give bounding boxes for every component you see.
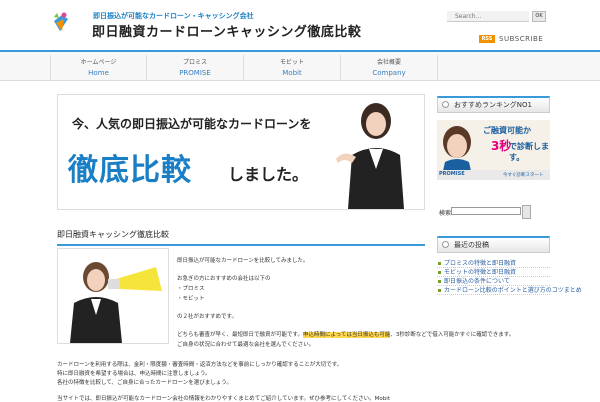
subscribe-link[interactable]: SUBSCRIBE: [499, 35, 543, 43]
nav-item-jp: 会社概要: [376, 59, 401, 66]
nav-item-home[interactable]: ホームページ Home: [50, 55, 147, 81]
nav-item-en: Company: [372, 69, 406, 77]
article-text: 即日振込が可能なカードローンを比較してみました。: [177, 258, 309, 264]
sidebar-heading-label: 最近の投稿: [454, 241, 489, 249]
bullet-icon: [442, 101, 449, 108]
bullet-icon: [442, 241, 449, 248]
article-body-text: 当サイトでは、即日振込が可能なカードローン会社の情報をわかりやすくまとめてご紹介…: [57, 396, 390, 402]
promise-ad-banner[interactable]: ご融資可能か 3秒 で診断します。 PROMISE 今すぐ診断スタート: [437, 120, 550, 180]
nav-item-jp: モビット: [279, 59, 304, 66]
ad-cta[interactable]: 今すぐ診断スタート: [503, 172, 544, 178]
highlighted-text: 申込時間によっては当日振込も可能: [302, 332, 391, 338]
sidebar-link[interactable]: 即日振込の条件について: [438, 276, 510, 285]
nav-item-jp: プロミス: [182, 59, 207, 66]
sidebar-link[interactable]: モビットの特徴と即日融資: [438, 267, 516, 276]
sidebar-ranking-heading: おすすめランキングNO1: [437, 96, 550, 113]
article-body-text: 特に即日融資を希望する場合は、申込時間に注意しましょう。: [57, 371, 211, 377]
article-person-image: [57, 248, 169, 344]
sidebar-link[interactable]: プロミスの特徴と即日融資: [438, 258, 516, 267]
logo-icon[interactable]: [52, 11, 70, 33]
banner-person-image: [336, 103, 404, 209]
sidebar-link[interactable]: カードローン比較のポイントと選び方のコツまとめ: [438, 285, 582, 294]
article-text: お急ぎの方におすすめの会社は以下の: [177, 276, 271, 282]
search-button[interactable]: OK: [532, 11, 546, 22]
article-text: どちらも審査が早く、最短即日で融資が可能です。申込時間によっては当日振込も可能、…: [177, 330, 514, 338]
nav-item-promise[interactable]: プロミス PROMISE: [147, 55, 244, 81]
main-nav: ホームページ Home プロミス PROMISE モビット Mobit 会社概要…: [0, 50, 600, 81]
nav-item-mobit[interactable]: モビット Mobit: [244, 55, 341, 81]
sidebar-links-heading: 最近の投稿: [437, 236, 550, 253]
site-tagline: 即日振込が可能なカードローン・キャッシング会社: [93, 12, 254, 20]
banner-big-text-suffix: しました。: [228, 165, 309, 184]
article-text-pre: どちらも審査が早く、最短即日で融資が可能です。: [177, 332, 303, 338]
site-title[interactable]: 即日融資カードローンキャッシング徹底比較: [92, 21, 361, 40]
rss-icon[interactable]: RSS: [479, 35, 495, 43]
sidebar-search-button[interactable]: [522, 205, 531, 219]
nav-item-en: Home: [88, 69, 109, 77]
banner-big-text: 徹底比較: [68, 153, 192, 188]
article-text: ご自身の状況に合わせて最適な会社を選んでください。: [177, 342, 315, 348]
article-text: ・プロミス: [177, 286, 205, 292]
article-body-text: 各社の特徴を比較して、ご自身に合ったカードローンを選びましょう。: [57, 380, 232, 386]
nav-item-en: PROMISE: [179, 69, 211, 77]
article-text: ・モビット: [177, 296, 205, 302]
nav-item-company[interactable]: 会社概要 Company: [341, 55, 438, 81]
ad-text-line2: で診断します。: [509, 142, 549, 162]
ad-brand: PROMISE: [439, 171, 465, 177]
hero-banner: 今、人気の即日振込が可能なカードローンを 徹底比較 しました。: [57, 94, 425, 210]
sidebar-heading-label: おすすめランキングNO1: [454, 101, 532, 109]
sidebar-search-input[interactable]: [451, 207, 521, 215]
nav-item-en: Mobit: [282, 69, 302, 77]
article-text-post: 、3秒診断などで借入可能かすぐに確認できます。: [390, 332, 515, 338]
ad-text-line1: ご融資可能か: [483, 126, 531, 135]
search-input[interactable]: [447, 11, 529, 22]
article-heading: 即日融資キャッシング徹底比較: [57, 229, 425, 246]
nav-item-jp: ホームページ: [80, 59, 117, 66]
article-body-text: カードローンを利用する際は、金利・限度額・審査時間・返済方法などを事前にしっかり…: [57, 362, 343, 368]
article-text: の２社がおすすめです。: [177, 314, 237, 320]
banner-headline: 今、人気の即日振込が可能なカードローンを: [72, 117, 312, 131]
site-header: 即日振込が可能なカードローン・キャッシング会社 即日融資カードローンキャッシング…: [0, 0, 600, 50]
